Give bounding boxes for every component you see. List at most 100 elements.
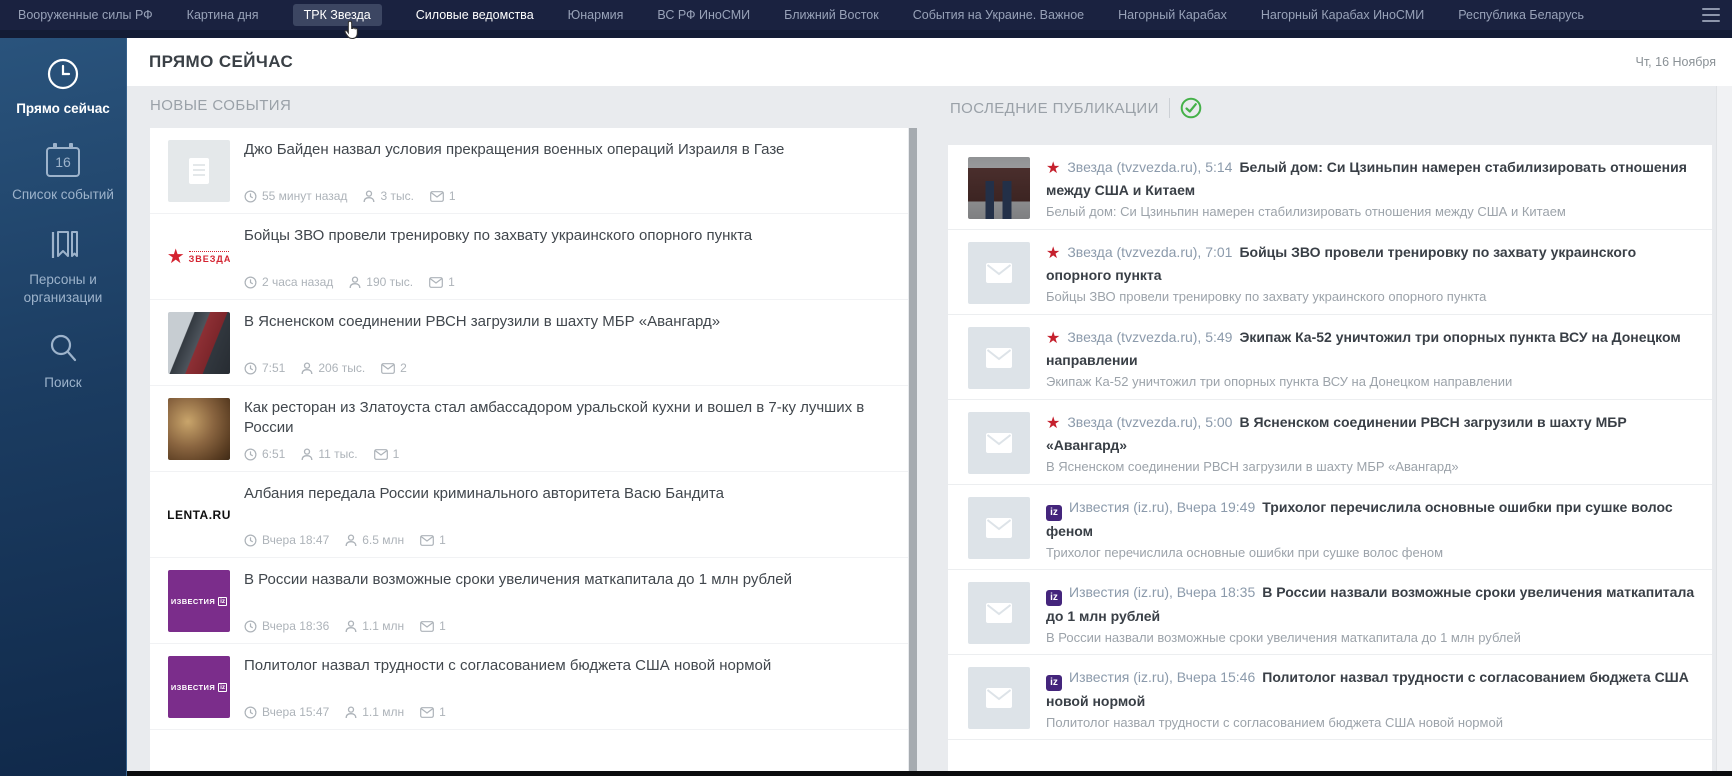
- publication-source[interactable]: Известия (iz.ru), Вчера 18:35: [1069, 584, 1255, 600]
- publication-row[interactable]: ★Звезда (tvzvezda.ru), 5:14Белый дом: Си…: [948, 145, 1712, 230]
- envelope-icon: [420, 535, 434, 546]
- nav-item[interactable]: Юнармия: [568, 4, 624, 26]
- event-time: 55 минут назад: [244, 189, 347, 203]
- publication-row[interactable]: izИзвестия (iz.ru), Вчера 15:46Политолог…: [948, 655, 1712, 740]
- nav-item[interactable]: Ближний Восток: [784, 4, 879, 26]
- publication-source[interactable]: Звезда (tvzvezda.ru), 5:49: [1067, 329, 1232, 345]
- publication-source[interactable]: Известия (iz.ru), Вчера 19:49: [1069, 499, 1255, 515]
- izvestia-logo: ИЗВЕСТИЯ: [171, 683, 215, 692]
- envelope-icon: [986, 263, 1012, 283]
- nav-item[interactable]: Вооруженные силы РФ: [18, 4, 153, 26]
- news-event-row[interactable]: ИЗВЕСТИЯiz В России назвали возможные ср…: [150, 558, 908, 644]
- zvezda-star-icon: ★: [1046, 330, 1060, 347]
- event-meta: Вчера 18:47 6.5 млн 1: [244, 533, 890, 547]
- page-header: ПРЯМО СЕЙЧАС Чт, 16 Ноября: [127, 38, 1732, 86]
- news-event-row[interactable]: Джо Байден назвал условия прекращения во…: [150, 128, 908, 214]
- publication-row[interactable]: izИзвестия (iz.ru), Вчера 18:35В России …: [948, 570, 1712, 655]
- calendar-icon: 16: [46, 142, 80, 178]
- check-circle-icon[interactable]: [1180, 97, 1202, 119]
- event-meta: Вчера 15:47 1.1 млн 1: [244, 705, 890, 719]
- news-event-row[interactable]: В Ясненском соединении РВСН загрузили в …: [150, 300, 908, 386]
- clock-icon: [244, 276, 257, 289]
- clock-icon: [244, 534, 257, 547]
- left-list-scrollbar[interactable]: [909, 128, 917, 771]
- current-date: Чт, 16 Ноября: [1636, 55, 1716, 69]
- sidebar-item-label: Персоны и организации: [8, 271, 118, 306]
- person-icon: [363, 190, 375, 203]
- zvezda-logo: ЗВЕЗДА: [189, 251, 230, 264]
- page-scrollbar[interactable]: [1716, 86, 1732, 776]
- nav-item[interactable]: Нагорный Карабах: [1118, 4, 1227, 26]
- sidebar: Прямо сейчас 16 Список событий Персоны и…: [0, 30, 127, 776]
- event-time: Вчера 18:47: [244, 533, 329, 547]
- event-comments: 1: [430, 189, 456, 203]
- envelope-icon: [986, 518, 1012, 538]
- lenta-logo: LENTA.RU: [168, 508, 230, 522]
- iz-logo-chip: iz: [218, 683, 227, 692]
- envelope-icon: [420, 707, 434, 718]
- page-title: ПРЯМО СЕЙЧАС: [149, 52, 293, 72]
- sidebar-item-events-list[interactable]: 16 Список событий: [12, 142, 114, 204]
- mail-placeholder-thumbnail: [968, 497, 1030, 559]
- sidebar-item-label: Прямо сейчас: [16, 100, 110, 118]
- nav-item[interactable]: ВС РФ ИноСМИ: [657, 4, 750, 26]
- publication-row[interactable]: ★Звезда (tvzvezda.ru), 7:01Бойцы ЗВО про…: [948, 230, 1712, 315]
- news-event-row[interactable]: ★ЗВЕЗДА Бойцы ЗВО провели тренировку по …: [150, 214, 908, 300]
- event-title: В Ясненском соединении РВСН загрузили в …: [244, 312, 890, 332]
- nav-item[interactable]: ТРК Звезда: [293, 4, 382, 26]
- event-comments: 2: [381, 361, 407, 375]
- event-views: 206 тыс.: [301, 361, 365, 375]
- event-meta: 55 минут назад 3 тыс. 1: [244, 189, 890, 203]
- event-title: В России назвали возможные сроки увеличе…: [244, 570, 890, 590]
- mail-placeholder-thumbnail: [968, 667, 1030, 729]
- hamburger-menu-icon[interactable]: [1702, 8, 1720, 22]
- event-title: Как ресторан из Златоуста стал амбассадо…: [244, 398, 890, 437]
- event-views: 11 тыс.: [301, 447, 357, 461]
- publication-subtitle: Бойцы ЗВО провели тренировку по захвату …: [1046, 288, 1696, 306]
- event-comments: 1: [420, 619, 446, 633]
- latest-publications-header: ПОСЛЕДНИЕ ПУБЛИКАЦИИ: [950, 97, 1202, 119]
- nav-item[interactable]: Нагорный Карабах ИноСМИ: [1261, 4, 1424, 26]
- event-views: 6.5 млн: [345, 533, 404, 547]
- nav-item[interactable]: События на Украине. Важное: [913, 4, 1084, 26]
- event-title: Албания передала России криминального ав…: [244, 484, 890, 504]
- person-icon: [301, 362, 313, 375]
- latest-publications-title: ПОСЛЕДНИЕ ПУБЛИКАЦИИ: [950, 100, 1159, 117]
- clock-icon: [244, 620, 257, 633]
- publication-row[interactable]: ★Звезда (tvzvezda.ru), 5:00В Ясненском с…: [948, 400, 1712, 485]
- news-event-row[interactable]: Как ресторан из Златоуста стал амбассадо…: [150, 386, 908, 472]
- sidebar-item-persons-orgs[interactable]: Персоны и организации: [8, 227, 118, 306]
- publication-source[interactable]: Звезда (tvzvezda.ru), 5:00: [1067, 414, 1232, 430]
- missile-thumbnail: [168, 312, 230, 374]
- event-meta: Вчера 18:36 1.1 млн 1: [244, 619, 890, 633]
- header-divider: [1169, 98, 1170, 118]
- clock-icon: [244, 362, 257, 375]
- publication-source[interactable]: Звезда (tvzvezda.ru), 7:01: [1067, 244, 1232, 260]
- event-views: 190 тыс.: [349, 275, 413, 289]
- news-event-row[interactable]: ИЗВЕСТИЯiz Политолог назвал трудности с …: [150, 644, 908, 730]
- event-views: 1.1 млн: [345, 705, 404, 719]
- envelope-icon: [986, 348, 1012, 368]
- nav-item[interactable]: Республика Беларусь: [1458, 4, 1584, 26]
- publication-row[interactable]: iz Известия (iz.ru), Вчера 19:49 Трихолог …: [948, 485, 1712, 570]
- izvestia-logo: ИЗВЕСТИЯ: [171, 597, 215, 606]
- event-title: Джо Байден назвал условия прекращения во…: [244, 140, 890, 160]
- nav-item[interactable]: Картина дня: [187, 4, 259, 26]
- person-icon: [345, 706, 357, 719]
- restaurant-thumbnail: [168, 398, 230, 460]
- mail-placeholder-thumbnail: [968, 327, 1030, 389]
- sidebar-item-label: Список событий: [12, 186, 114, 204]
- sidebar-item-search[interactable]: Поиск: [44, 330, 81, 392]
- publication-source[interactable]: Известия (iz.ru), Вчера 15:46: [1069, 669, 1255, 685]
- lenta-thumbnail: LENTA.RU: [168, 484, 230, 546]
- sidebar-item-live-now[interactable]: Прямо сейчас: [16, 56, 110, 118]
- nav-item[interactable]: Силовые ведомства: [416, 4, 534, 26]
- news-event-row[interactable]: LENTA.RU Албания передала России кримина…: [150, 472, 908, 558]
- event-comments: 1: [420, 533, 446, 547]
- publication-subtitle: Политолог назвал трудности с согласовани…: [1046, 714, 1696, 732]
- publication-source[interactable]: Звезда (tvzvezda.ru), 5:14: [1067, 159, 1232, 175]
- publication-subtitle: Трихолог перечислила основные ошибки при…: [1046, 544, 1696, 562]
- calendar-day: 16: [55, 154, 71, 170]
- iz-logo-icon: iz: [1046, 505, 1062, 521]
- publication-row[interactable]: ★Звезда (tvzvezda.ru), 5:49Экипаж Ка-52 …: [948, 315, 1712, 400]
